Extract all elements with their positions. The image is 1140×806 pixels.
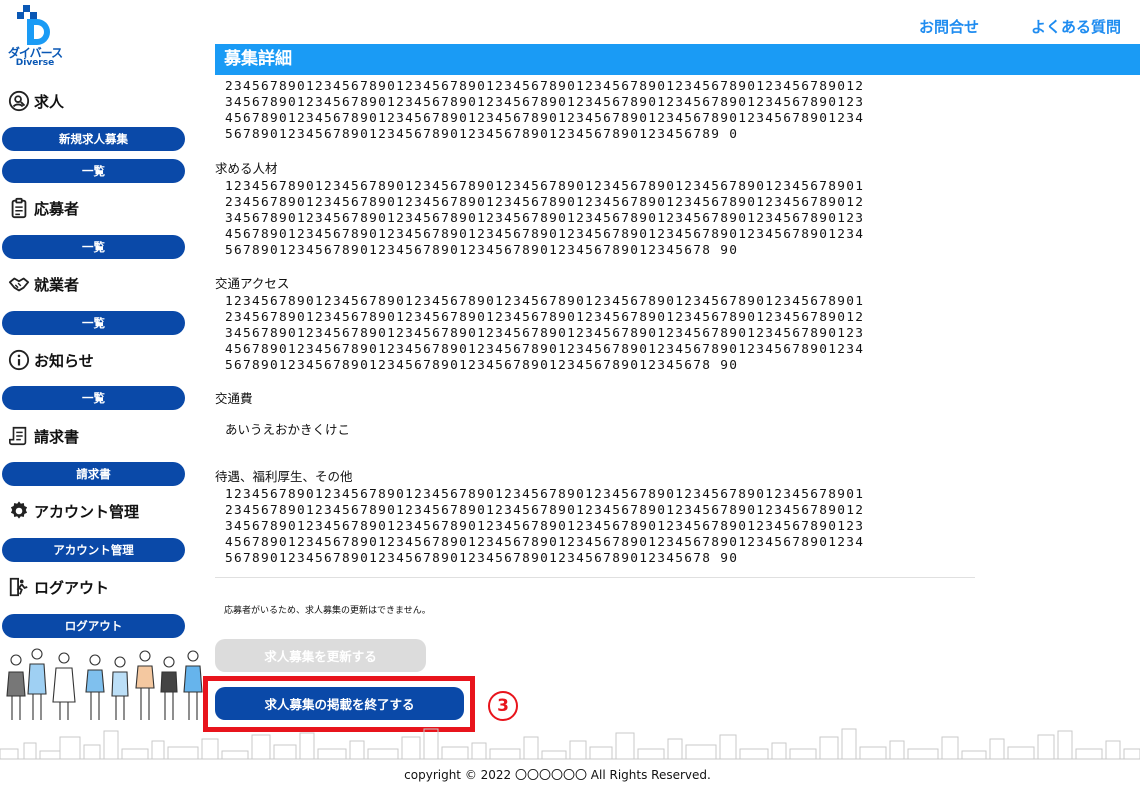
user-search-icon (8, 90, 30, 112)
copyright-text: copyright © 2022 〇〇〇〇〇〇 All Rights Reser… (404, 768, 711, 782)
workers-list-button[interactable]: 一覧 (2, 311, 185, 335)
invoice-button[interactable]: 請求書 (2, 462, 185, 486)
info-icon (8, 349, 30, 371)
sidebar-heading-label: 応募者 (34, 199, 80, 218)
end-job-posting-button[interactable]: 求人募集の掲載を終了する (215, 687, 464, 720)
field-value-transport-fee: あいうえおかきくけこ (225, 422, 351, 437)
text-line: 4567890123456789012345678901234567890123… (225, 342, 865, 357)
update-job-button[interactable]: 求人募集を更新する (215, 639, 426, 672)
cityscape-illustration (0, 728, 1140, 760)
update-disabled-notice: 応募者がいるため、求人募集の更新はできません。 (224, 606, 431, 616)
sidebar-heading-news: お知らせ (8, 349, 94, 371)
sidebar-heading-jobs: 求人 (8, 90, 64, 112)
text-line: 3456789012345678901234567890123456789012… (225, 519, 865, 534)
text-line: 2345678901234567890123456789012345678901… (225, 310, 865, 325)
sidebar-heading-label: お知らせ (34, 351, 94, 370)
news-list-button[interactable]: 一覧 (2, 386, 185, 410)
field-label-benefits: 待遇、福利厚生、その他 (215, 469, 353, 484)
text-line: 2345678901234567890123456789012345678901… (225, 79, 865, 94)
logout-button[interactable]: ログアウト (2, 614, 185, 638)
person-figure (6, 654, 26, 720)
contact-link[interactable]: お問合せ (919, 16, 979, 37)
sidebar-heading-label: 求人 (34, 92, 65, 111)
sidebar-heading-label: 就業者 (34, 275, 80, 294)
text-line: 5678901234567890123456789012345678901234… (225, 243, 739, 258)
brand-logo[interactable]: ダイバース Diverse (4, 2, 66, 70)
text-line: 1234567890123456789012345678901234567890… (225, 487, 865, 502)
text-line: 3456789012345678901234567890123456789012… (225, 95, 865, 110)
staff-illustration (6, 648, 203, 720)
applicants-list-button[interactable]: 一覧 (2, 235, 185, 259)
text-line: 1234567890123456789012345678901234567890… (225, 179, 865, 194)
logout-icon (9, 577, 28, 597)
new-job-button[interactable]: 新規求人募集 (2, 127, 185, 151)
sidebar-heading-label: 請求書 (34, 427, 80, 446)
sidebar-heading-label: ログアウト (34, 578, 110, 597)
gear-icon (10, 501, 28, 519)
text-line: 4567890123456789012345678901234567890123… (225, 227, 865, 242)
sidebar-heading-workers: 就業者 (8, 273, 79, 295)
text-line: 5678901234567890123456789012345678901234… (225, 551, 739, 566)
step-number-badge: 3 (488, 691, 518, 721)
sidebar-heading-invoice: 請求書 (8, 425, 79, 447)
text-line: 2345678901234567890123456789012345678901… (225, 503, 865, 518)
text-line: 4567890123456789012345678901234567890123… (225, 535, 865, 550)
text-line: 2345678901234567890123456789012345678901… (225, 195, 865, 210)
brand-name-en: Diverse (15, 58, 55, 68)
text-line: 5678901234567890123456789012345678901234… (225, 127, 739, 142)
page-title: 募集詳細 (215, 44, 1140, 75)
logo-mark-icon (17, 5, 50, 45)
sidebar-heading-applicants: 応募者 (8, 197, 79, 219)
divider (215, 577, 975, 578)
account-settings-button[interactable]: アカウント管理 (2, 538, 185, 562)
field-label-transport-fee: 交通費 (215, 391, 253, 406)
jobs-list-button[interactable]: 一覧 (2, 159, 185, 183)
field-label-required-talent: 求める人材 (215, 161, 278, 176)
handshake-icon (8, 277, 30, 292)
clipboard-icon (11, 197, 27, 219)
text-line: 3456789012345678901234567890123456789012… (225, 326, 865, 341)
field-label-access: 交通アクセス (215, 276, 290, 291)
text-line: 1234567890123456789012345678901234567890… (225, 294, 865, 309)
text-line: 4567890123456789012345678901234567890123… (225, 111, 865, 126)
faq-link[interactable]: よくある質問 (1031, 16, 1121, 37)
invoice-icon (9, 426, 27, 446)
sidebar-heading-account: アカウント管理 (8, 500, 139, 522)
text-line: 5678901234567890123456789012345678901234… (225, 358, 739, 373)
sidebar-heading-logout: ログアウト (8, 576, 109, 598)
text-line: 3456789012345678901234567890123456789012… (225, 211, 865, 226)
sidebar-heading-label: アカウント管理 (34, 502, 140, 521)
